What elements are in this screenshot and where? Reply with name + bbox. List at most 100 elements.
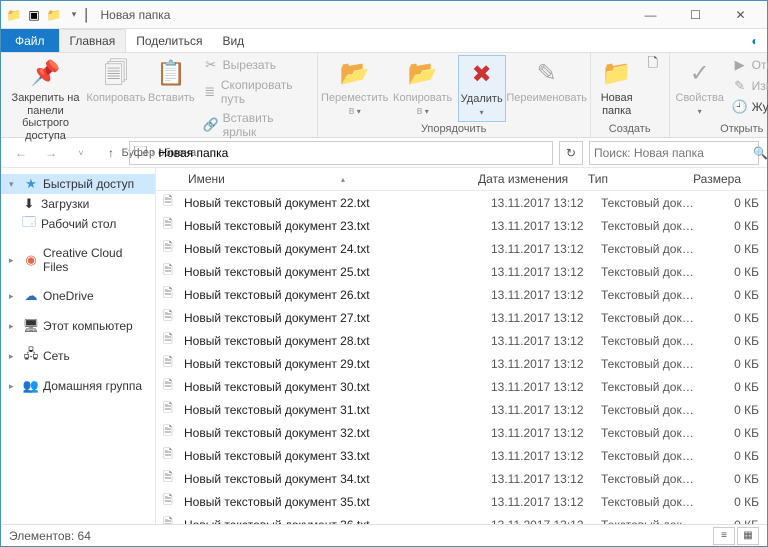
delete-button[interactable]: ✖Удалить [458, 55, 506, 122]
search-input[interactable] [594, 146, 749, 160]
file-row[interactable]: 🗎Новый текстовый документ 24.txt13.11.20… [156, 237, 767, 260]
file-row[interactable]: 🗎Новый текстовый документ 27.txt13.11.20… [156, 306, 767, 329]
file-row[interactable]: 🗎Новый текстовый документ 36.txt13.11.20… [156, 513, 767, 524]
sidebar-item-thispc[interactable]: ▸🖥Этот компьютер [1, 316, 155, 336]
copypath-button[interactable]: ≣Скопировать путь [199, 76, 313, 108]
file-row[interactable]: 🗎Новый текстовый документ 35.txt13.11.20… [156, 490, 767, 513]
file-icon: 🗎 [156, 445, 180, 466]
ribbon-group-organize: 📂Переместить в 📂Копировать в ✖Удалить ✎П… [318, 53, 591, 137]
up-button[interactable]: ↑ [99, 141, 123, 165]
homegroup-icon: 👥 [23, 378, 39, 394]
breadcrumb-folder[interactable]: Новая папка [158, 146, 228, 160]
sidebar-item-ccfiles[interactable]: ▸◉Creative Cloud Files [1, 244, 155, 276]
ribbon: 📌 Закрепить на панели быстрого доступа 🗐… [1, 53, 767, 138]
file-type: Текстовый докум... [597, 356, 702, 372]
sidebar-item-quickaccess[interactable]: ▾★Быстрый доступ [1, 174, 155, 194]
sidebar-item-network[interactable]: ▸🖧Сеть [1, 346, 155, 366]
sidebar-item-onedrive[interactable]: ▸☁OneDrive [1, 286, 155, 306]
copyto-button[interactable]: 📂Копировать в [390, 55, 456, 120]
open-button[interactable]: ▶Открыть [728, 55, 768, 75]
file-row[interactable]: 🗎Новый текстовый документ 23.txt13.11.20… [156, 214, 767, 237]
qat-dropdown-icon[interactable]: ▾ [65, 6, 83, 24]
newfolder-button[interactable]: 📁Новая папка [595, 55, 639, 120]
minimize-button[interactable]: — [628, 1, 673, 29]
moveto-button[interactable]: 📂Переместить в [322, 55, 388, 120]
tab-share[interactable]: Поделиться [126, 29, 212, 52]
file-type: Текстовый докум... [597, 241, 702, 257]
history-button[interactable]: 🕘Журнал [728, 97, 768, 117]
sidebar-item-downloads[interactable]: ⬇Загрузки [1, 194, 155, 214]
col-header-name[interactable]: Имени▴ [180, 168, 470, 190]
copy-button[interactable]: 🗐 Копировать [88, 55, 144, 108]
file-type: Текстовый докум... [597, 425, 702, 441]
tab-file[interactable]: Файл [1, 29, 59, 52]
file-size: 0 КБ [702, 287, 767, 303]
rename-button[interactable]: ✎Переименовать [508, 55, 586, 108]
sidebar-item-desktop[interactable]: 🗔Рабочий стол [1, 214, 155, 234]
recent-button[interactable]: ˅ [69, 141, 93, 165]
file-icon: 🗎 [156, 491, 180, 512]
file-row[interactable]: 🗎Новый текстовый документ 33.txt13.11.20… [156, 444, 767, 467]
file-type: Текстовый докум... [597, 379, 702, 395]
tab-home[interactable]: Главная [59, 29, 127, 52]
col-header-type[interactable]: Тип [580, 168, 685, 190]
newitem-button[interactable]: 🗋 [641, 55, 665, 75]
edit-button[interactable]: ✎Изменить [728, 76, 768, 96]
view-large-button[interactable]: ▦ [737, 527, 759, 545]
file-icon: 🗎 [156, 422, 180, 443]
file-name: Новый текстовый документ 34.txt [180, 471, 487, 487]
file-type: Текстовый докум... [597, 287, 702, 303]
file-type: Текстовый докум... [597, 218, 702, 234]
file-name: Новый текстовый документ 33.txt [180, 448, 487, 464]
file-date: 13.11.2017 13:12 [487, 333, 597, 349]
forward-button[interactable]: → [39, 141, 63, 165]
help-icon[interactable]: ◐ [743, 29, 767, 52]
pastelink-button[interactable]: 🔗Вставить ярлык [199, 109, 313, 141]
qat-newfolder-icon[interactable]: 📁 [45, 6, 63, 24]
breadcrumb[interactable]: 🗔 › Новая папка [129, 141, 553, 165]
close-button[interactable]: ✕ [718, 1, 763, 29]
file-row[interactable]: 🗎Новый текстовый документ 30.txt13.11.20… [156, 375, 767, 398]
navigation-pane[interactable]: ▾★Быстрый доступ ⬇Загрузки 🗔Рабочий стол… [1, 168, 156, 524]
file-row[interactable]: 🗎Новый текстовый документ 34.txt13.11.20… [156, 467, 767, 490]
file-type: Текстовый докум... [597, 448, 702, 464]
col-header-size[interactable]: Размера [685, 168, 750, 190]
properties-button[interactable]: ✓Свойства [674, 55, 726, 120]
pin-to-quickaccess-button[interactable]: 📌 Закрепить на панели быстрого доступа [5, 55, 86, 146]
file-icon: 🗎 [156, 307, 180, 328]
file-name: Новый текстовый документ 29.txt [180, 356, 487, 372]
file-row[interactable]: 🗎Новый текстовый документ 22.txt13.11.20… [156, 191, 767, 214]
col-header-date[interactable]: Дата изменения [470, 168, 580, 190]
file-size: 0 КБ [702, 241, 767, 257]
file-type: Текстовый докум... [597, 333, 702, 349]
file-size: 0 КБ [702, 425, 767, 441]
file-row[interactable]: 🗎Новый текстовый документ 29.txt13.11.20… [156, 352, 767, 375]
maximize-button[interactable]: ☐ [673, 1, 718, 29]
paste-button[interactable]: 📋 Вставить [146, 55, 197, 108]
file-name: Новый текстовый документ 32.txt [180, 425, 487, 441]
file-list[interactable]: 🗎Новый текстовый документ 22.txt13.11.20… [156, 191, 767, 524]
file-row[interactable]: 🗎Новый текстовый документ 31.txt13.11.20… [156, 398, 767, 421]
newfolder-icon: 📁 [601, 58, 633, 90]
back-button[interactable]: ← [9, 141, 33, 165]
cut-button[interactable]: ✂Вырезать [199, 55, 313, 75]
file-size: 0 КБ [702, 379, 767, 395]
view-details-button[interactable]: ≡ [713, 527, 735, 545]
qat-properties-icon[interactable]: ▣ [25, 6, 43, 24]
file-name: Новый текстовый документ 35.txt [180, 494, 487, 510]
search-box[interactable]: 🔍 [589, 141, 759, 165]
file-date: 13.11.2017 13:12 [487, 310, 597, 326]
status-itemcount: Элементов: 64 [9, 529, 91, 543]
downloads-icon: ⬇ [21, 196, 37, 212]
tab-view[interactable]: Вид [212, 29, 254, 52]
pastelink-icon: 🔗 [203, 117, 219, 133]
file-row[interactable]: 🗎Новый текстовый документ 32.txt13.11.20… [156, 421, 767, 444]
file-row[interactable]: 🗎Новый текстовый документ 26.txt13.11.20… [156, 283, 767, 306]
file-row[interactable]: 🗎Новый текстовый документ 25.txt13.11.20… [156, 260, 767, 283]
file-date: 13.11.2017 13:12 [487, 356, 597, 372]
history-icon: 🕘 [732, 99, 748, 115]
file-row[interactable]: 🗎Новый текстовый документ 28.txt13.11.20… [156, 329, 767, 352]
file-date: 13.11.2017 13:12 [487, 448, 597, 464]
refresh-button[interactable]: ↻ [559, 141, 583, 165]
sidebar-item-homegroup[interactable]: ▸👥Домашняя группа [1, 376, 155, 396]
